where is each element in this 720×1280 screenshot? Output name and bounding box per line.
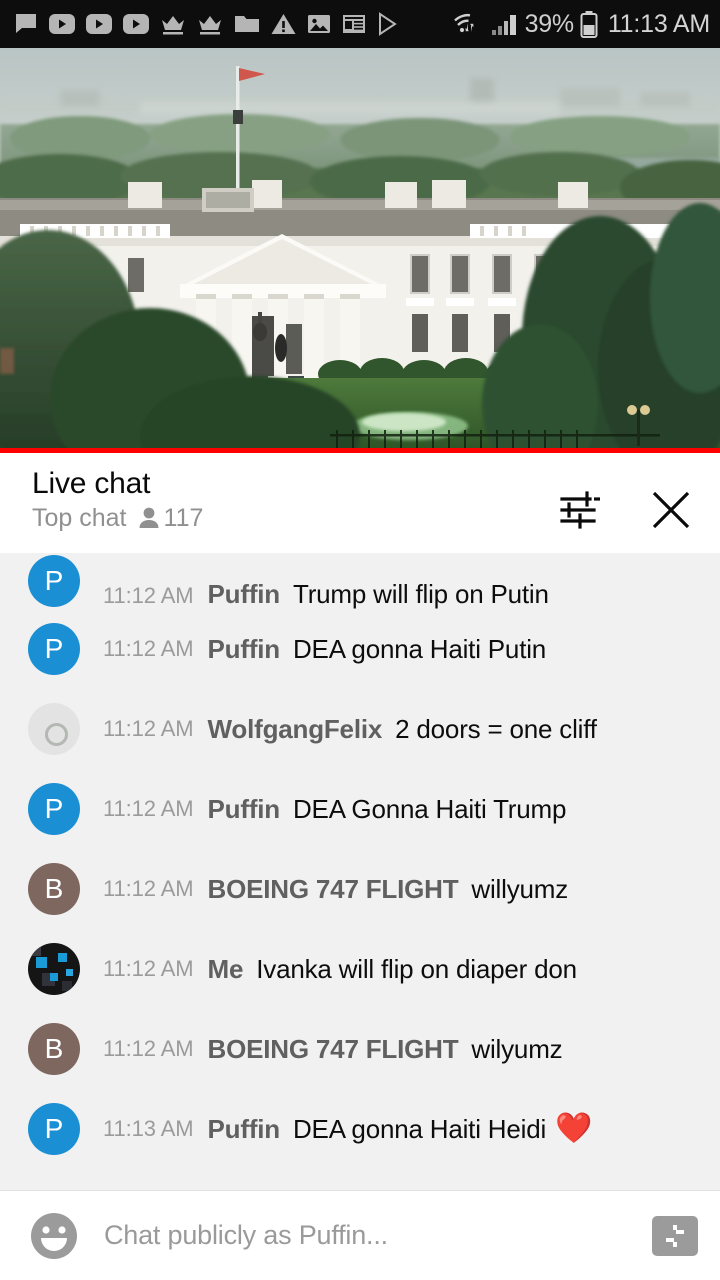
message-author[interactable]: WolfgangFelix xyxy=(208,716,383,742)
chat-message-row[interactable]: P 11:12 AM Puffin Trump will flip on Putin xyxy=(0,553,720,609)
message-author[interactable]: BOEING 747 FLIGHT xyxy=(208,1036,459,1062)
chat-composer-bar xyxy=(0,1190,720,1280)
live-video-player[interactable] xyxy=(0,48,720,453)
message-text: DEA gonna Haiti Heidi xyxy=(292,1114,547,1144)
message-text: Ivanka will flip on diaper don xyxy=(256,954,577,984)
message-text: wilyumz xyxy=(471,1034,563,1064)
close-icon xyxy=(652,491,690,529)
youtube-icon-3 xyxy=(123,14,149,34)
image-icon xyxy=(308,15,330,33)
message-author[interactable]: Puffin xyxy=(208,581,281,607)
super-chat-button[interactable] xyxy=(652,1215,698,1256)
youtube-live-chat-screen: 39% 11:13 AM Live chat Top chat 117 P 11… xyxy=(0,0,720,1280)
avatar[interactable]: P xyxy=(28,783,80,835)
message-author[interactable]: Puffin xyxy=(208,636,281,662)
message-text: Trump will flip on Putin xyxy=(292,579,549,609)
avatar[interactable]: P xyxy=(28,555,80,607)
message-timestamp: 11:12 AM xyxy=(103,716,194,741)
status-bar-notification-icons xyxy=(14,12,453,36)
message-text: DEA gonna Haiti Putin xyxy=(292,634,547,664)
wifi-icon xyxy=(453,13,474,33)
avatar[interactable]: B xyxy=(28,1023,80,1075)
chat-message-row[interactable]: P 11:12 AM Puffin DEA gonna Haiti Putin xyxy=(0,609,720,689)
viewer-count-group: 117 xyxy=(137,503,204,533)
message-timestamp: 11:12 AM xyxy=(103,876,194,901)
avatar-initial: B xyxy=(44,873,64,904)
youtube-icon-2 xyxy=(86,14,112,34)
chat-message-row[interactable]: B 11:12 AM BOEING 747 FLIGHT wilyumz xyxy=(0,1009,720,1089)
cellular-signal-icon xyxy=(491,15,516,35)
battery-icon xyxy=(580,10,598,38)
message-author[interactable]: BOEING 747 FLIGHT xyxy=(208,876,459,902)
avatar[interactable]: B xyxy=(28,863,80,915)
message-icon xyxy=(16,14,36,33)
chat-message-row[interactable]: 11:12 AM WolfgangFelix 2 doors = one cliff xyxy=(0,689,720,769)
battery-percent-label: 39% xyxy=(524,9,574,38)
avatar-initial: P xyxy=(44,793,64,824)
avatar-initial: P xyxy=(44,565,64,596)
youtube-icon-1 xyxy=(49,14,75,34)
avatar-initial: B xyxy=(44,1033,64,1064)
message-timestamp: 11:12 AM xyxy=(103,956,194,981)
viewer-count-label: 117 xyxy=(163,503,204,532)
message-timestamp: 11:12 AM xyxy=(103,796,194,821)
chat-message-input[interactable] xyxy=(104,1220,652,1251)
status-bar-system-icons: 39% 11:13 AM xyxy=(453,9,710,38)
message-container: P 11:12 AM Puffin Trump will flip on Putin P… xyxy=(0,553,720,1169)
live-chat-header: Live chat Top chat 117 xyxy=(0,453,720,553)
live-chat-title: Live chat xyxy=(32,467,151,500)
chat-mode-label[interactable]: Top chat xyxy=(32,504,127,533)
crown-icon-2 xyxy=(199,16,221,35)
avatar-initial: P xyxy=(44,633,64,664)
android-status-bar: 39% 11:13 AM xyxy=(0,0,720,48)
person-icon xyxy=(139,507,159,529)
live-chat-header-actions xyxy=(558,465,702,533)
avatar-initial: P xyxy=(44,1113,64,1144)
close-chat-button[interactable] xyxy=(648,487,694,533)
message-text: willyumz xyxy=(471,874,569,904)
folder-icon xyxy=(235,16,259,32)
avatar[interactable] xyxy=(28,703,80,755)
message-timestamp: 11:12 AM xyxy=(103,636,194,661)
message-emoji: ❤️ xyxy=(555,1112,593,1145)
live-chat-subtitle-row: Top chat 117 xyxy=(32,503,558,533)
message-timestamp: 11:12 AM xyxy=(103,1036,194,1061)
message-author[interactable]: Me xyxy=(208,956,244,982)
live-chat-title-group: Live chat Top chat 117 xyxy=(32,465,558,532)
chat-message-row[interactable]: P 11:13 AM Puffin DEA gonna Haiti Heidi ❤️ xyxy=(0,1089,720,1169)
chat-message-row[interactable]: B 11:12 AM BOEING 747 FLIGHT willyumz xyxy=(0,849,720,929)
message-timestamp: 11:13 AM xyxy=(103,1116,194,1141)
news-icon xyxy=(343,15,365,33)
crown-icon-1 xyxy=(162,16,184,35)
tune-filter-icon xyxy=(560,491,600,529)
message-timestamp: 11:12 AM xyxy=(103,583,194,608)
avatar[interactable]: P xyxy=(28,623,80,675)
live-chat-message-list[interactable]: P 11:12 AM Puffin Trump will flip on Putin P… xyxy=(0,553,720,1190)
message-text: 2 doors = one cliff xyxy=(395,714,597,744)
play-store-icon xyxy=(379,12,397,36)
avatar[interactable]: P xyxy=(28,1103,80,1155)
chat-message-row[interactable]: 11:12 AM Me Ivanka will flip on diaper don xyxy=(0,929,720,1009)
chat-message-row[interactable]: P 11:12 AM Puffin DEA Gonna Haiti Trump xyxy=(0,769,720,849)
chat-filter-button[interactable] xyxy=(558,487,604,533)
super-chat-dollar-icon xyxy=(666,1224,684,1247)
message-author[interactable]: Puffin xyxy=(208,796,281,822)
message-text: DEA Gonna Haiti Trump xyxy=(292,794,567,824)
message-author[interactable]: Puffin xyxy=(208,1116,281,1142)
status-bar-clock: 11:13 AM xyxy=(607,9,710,38)
white-house-live-stream-frame xyxy=(0,48,720,453)
avatar[interactable] xyxy=(28,943,80,995)
emoji-smiley-icon[interactable] xyxy=(30,1212,78,1260)
warning-icon xyxy=(271,14,296,34)
